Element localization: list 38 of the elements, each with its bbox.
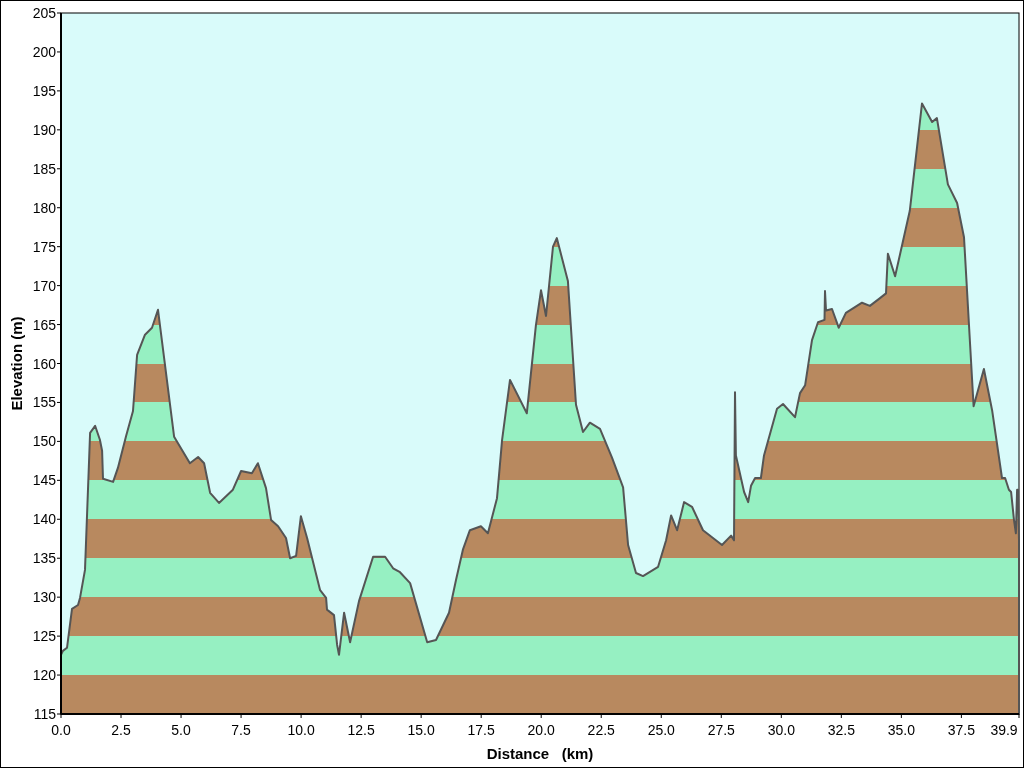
x-tick-label: 27.5 <box>707 722 735 738</box>
y-tick-label: 130 <box>32 589 56 606</box>
x-tick-label: 7.5 <box>231 722 251 738</box>
y-tick-label: 185 <box>32 160 56 177</box>
x-tick-label: 17.5 <box>467 722 495 738</box>
x-tick-label: 15.0 <box>407 722 435 738</box>
x-tick-label: 5.0 <box>171 722 191 738</box>
y-tick-label: 120 <box>32 667 56 684</box>
x-tick-label: 10.0 <box>287 722 315 738</box>
y-tick-label: 145 <box>32 472 56 489</box>
x-tick-label: 2.5 <box>111 722 131 738</box>
x-tick-label: 25.0 <box>647 722 675 738</box>
y-tick-label: 160 <box>32 355 56 372</box>
y-tick-label: 150 <box>32 433 56 450</box>
y-tick-label: 170 <box>32 277 56 294</box>
y-tick-label: 165 <box>32 316 56 333</box>
x-tick-label: 32.5 <box>827 722 855 738</box>
y-tick-label: 200 <box>32 43 56 60</box>
y-tick-label: 125 <box>32 628 56 645</box>
x-tick-label: 39.9 <box>990 722 1018 738</box>
x-tick-label: 30.0 <box>767 722 795 738</box>
y-tick-label: 140 <box>32 511 56 528</box>
y-tick-label: 180 <box>32 199 56 216</box>
y-tick-label: 190 <box>32 121 56 138</box>
y-axis-title: Elevation (m) <box>8 316 25 411</box>
x-tick-label: 37.5 <box>947 722 975 738</box>
x-axis-title: Distance (km) <box>486 745 594 762</box>
y-tick-label: 205 <box>32 5 56 21</box>
x-tick-label: 35.0 <box>887 722 915 738</box>
y-tick-label: 175 <box>32 238 56 255</box>
x-tick-label: 12.5 <box>347 722 375 738</box>
y-tick-label: 195 <box>32 82 56 99</box>
x-tick-label: 0.0 <box>51 722 71 738</box>
x-tick-label: 22.5 <box>587 722 615 738</box>
y-tick-label: 155 <box>32 394 56 411</box>
y-tick-label: 115 <box>33 706 56 722</box>
y-tick-label: 135 <box>32 550 56 567</box>
x-tick-label: 20.0 <box>527 722 555 738</box>
